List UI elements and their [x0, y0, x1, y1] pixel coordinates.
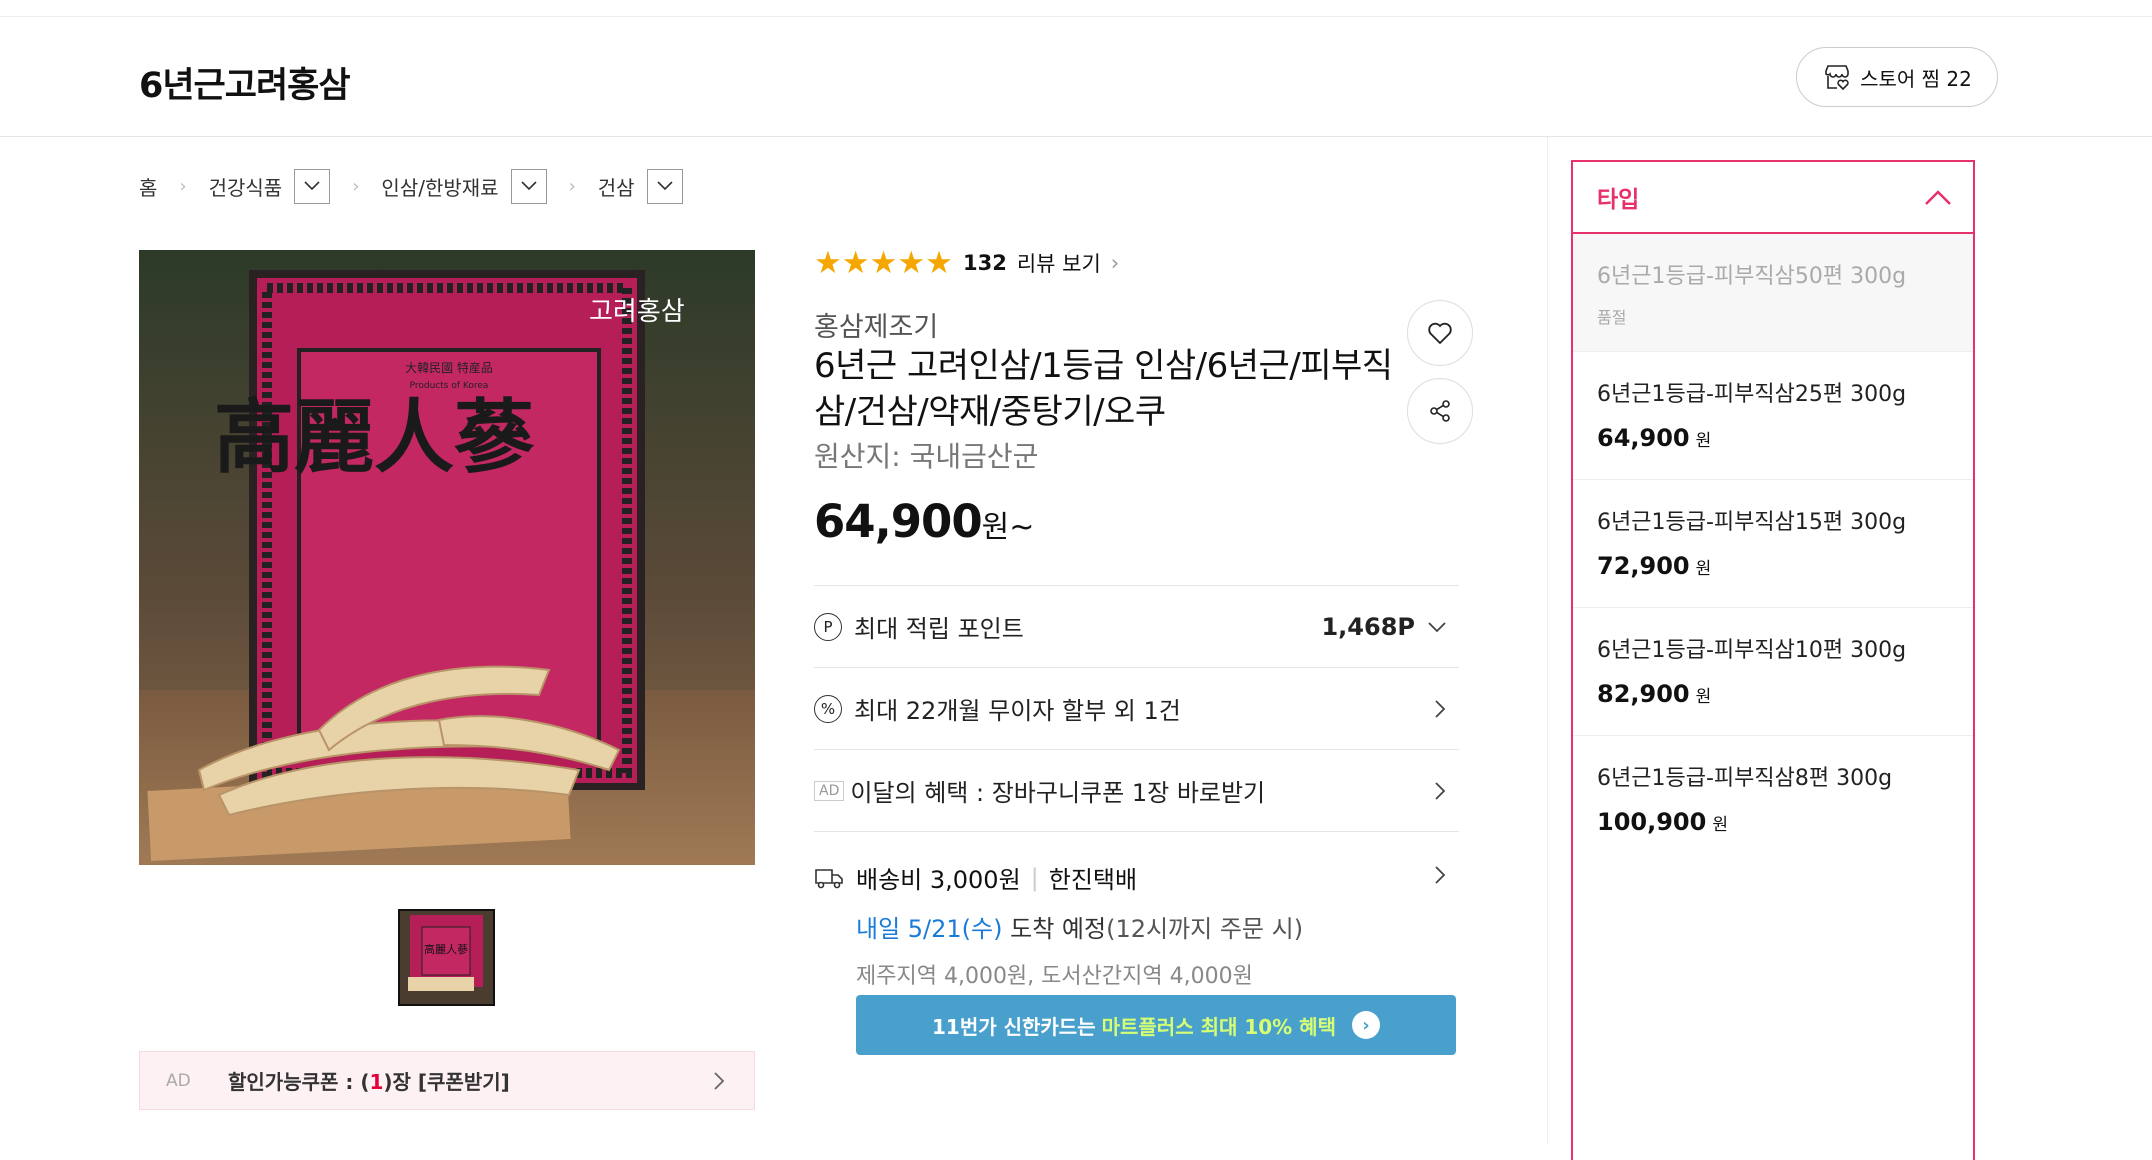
courier-name: 한진택배: [1048, 866, 1138, 894]
option-item[interactable]: 6년근1등급-피부직삼10편 300g 82,900 원: [1573, 608, 1973, 736]
product-origin: 원산지: 국내금산군: [814, 440, 1039, 473]
chevron-right-icon: ›: [568, 175, 576, 197]
store-like-label: 스토어 찜 22: [1860, 66, 1972, 91]
svg-text:고려홍삼: 고려홍삼: [589, 297, 685, 327]
svg-text:高麗人蔘: 高麗人蔘: [214, 390, 535, 484]
separator: |: [1030, 863, 1039, 892]
heart-icon: [1428, 322, 1452, 345]
option-header-label: 타입: [1597, 187, 1640, 213]
seller-name[interactable]: 홍삼제조기: [814, 305, 938, 344]
benefit-rows: P 최대 적립 포인트 1,468P % 최대 22개월 무이자 할부 외 1건…: [814, 585, 1459, 989]
option-name: 6년근1등급-피부직삼15편 300g: [1597, 510, 1907, 535]
breadcrumb-label[interactable]: 건삼: [598, 172, 635, 201]
option-price: 100,900 원: [1597, 808, 1728, 836]
share-button[interactable]: [1407, 378, 1473, 444]
breadcrumb-dropdown-button[interactable]: [646, 168, 683, 204]
chevron-right-icon: ›: [352, 175, 360, 197]
arrival-estimate: 내일 5/21(수) 도착 예정(12시까지 주문 시): [856, 915, 1304, 943]
option-item: 6년근1등급-피부직삼50편 300g 품절: [1573, 234, 1973, 352]
breadcrumb-item: › 인삼/한방재료: [330, 168, 547, 204]
option-price: 64,900 원: [1597, 424, 1712, 452]
extra-shipping-fee: 제주지역 4,000원, 도서산간지역 4,000원: [856, 964, 1253, 989]
chevron-right-icon: ›: [179, 175, 187, 197]
breadcrumb: 홈 › 건강식품 › 인삼/한방재료 › 건삼: [139, 168, 683, 204]
option-name: 6년근1등급-피부직삼10편 300g: [1597, 638, 1907, 663]
store-like-button[interactable]: 스토어 찜 22: [1796, 47, 1998, 107]
option-price: 72,900 원: [1597, 552, 1712, 580]
option-panel: 타입 6년근1등급-피부직삼50편 300g 품절 6년근1등급-피부직삼25편…: [1571, 160, 1975, 1160]
banner-highlight: 마트플러스 최대 10% 혜택: [1101, 1014, 1336, 1039]
chevron-down-icon: [520, 181, 537, 191]
ad-label: AD: [166, 1070, 191, 1091]
sold-out-label: 품절: [1597, 308, 1627, 327]
breadcrumb-item: › 건삼: [547, 168, 683, 204]
product-info: ★★★★★ 132 리뷰 보기 › 홍삼제조기 6년근 고려인삼/1등급 인삼/…: [814, 240, 1473, 1055]
chevron-down-icon: [1428, 621, 1446, 632]
breadcrumb-dropdown-button[interactable]: [510, 168, 547, 204]
shipping-fee: 배송비 3,000원: [856, 866, 1021, 894]
breadcrumb-label[interactable]: 인삼/한방재료: [381, 172, 498, 201]
ad-tag: AD: [814, 780, 845, 801]
wishlist-button[interactable]: [1407, 300, 1473, 366]
review-link[interactable]: 리뷰 보기: [1017, 248, 1101, 278]
svg-text:高麗人蔘: 高麗人蔘: [424, 942, 468, 956]
chevron-right-icon: [714, 1072, 725, 1090]
banner-text: 11번가 신한카드는: [932, 1014, 1096, 1039]
card-promo-banner[interactable]: 11번가 신한카드는 마트플러스 최대 10% 혜택 ›: [856, 995, 1456, 1055]
monthly-coupon-row[interactable]: AD 이달의 혜택 : 장바구니쿠폰 1장 바로받기: [814, 749, 1459, 831]
product-thumbnail[interactable]: 高麗人蔘: [398, 909, 495, 1006]
star-rating-icon: ★★★★★: [814, 245, 953, 281]
points-value: 1,468P: [1321, 612, 1415, 641]
coupon-count: 1: [369, 1070, 384, 1094]
points-label: 최대 적립 포인트: [854, 615, 1024, 643]
chevron-right-icon: ›: [1110, 251, 1120, 275]
shipping-info[interactable]: 배송비 3,000원 | 한진택배 내일 5/21(수) 도착 예정(12시까지…: [814, 831, 1459, 989]
chevron-down-icon: [657, 181, 673, 191]
point-icon: P: [814, 612, 842, 641]
option-name: 6년근1등급-피부직삼8편 300g: [1597, 766, 1893, 791]
option-item[interactable]: 6년근1등급-피부직삼25편 300g 64,900 원: [1573, 352, 1973, 480]
svg-text:大韓民國 特産品: 大韓民國 特産品: [405, 360, 493, 375]
option-name: 6년근1등급-피부직삼50편 300g: [1597, 264, 1907, 289]
truck-icon: [815, 868, 843, 888]
chevron-down-icon: [304, 181, 320, 191]
chevron-right-icon: [1435, 699, 1446, 718]
installment-row[interactable]: % 최대 22개월 무이자 할부 외 1건: [814, 667, 1459, 749]
chevron-right-icon: [1435, 781, 1446, 800]
option-price: 82,900 원: [1597, 680, 1712, 708]
product-main-image[interactable]: 大韓民國 特産品 Products of Korea 高麗人蔘 고려홍삼: [139, 250, 755, 865]
share-icon: [1430, 400, 1450, 422]
sidebar-divider: [1547, 137, 1548, 1145]
rating-row[interactable]: ★★★★★ 132 리뷰 보기 ›: [814, 240, 1459, 286]
coupon-text: 할인가능쿠폰 : (1)장 [쿠폰받기]: [228, 1070, 510, 1094]
option-name: 6년근1등급-피부직삼25편 300g: [1597, 382, 1907, 407]
coupon-download-bar[interactable]: AD 할인가능쿠폰 : (1)장 [쿠폰받기]: [139, 1051, 755, 1110]
review-count: 132: [962, 251, 1007, 275]
monthly-coupon-label: 이달의 혜택 : 장바구니쿠폰 1장 바로받기: [850, 779, 1266, 807]
breadcrumb-item: › 건강식품: [157, 168, 331, 204]
points-row[interactable]: P 최대 적립 포인트 1,468P: [814, 585, 1459, 667]
store-header: 6년근고려홍삼 스토어 찜 22: [0, 17, 2152, 137]
option-header[interactable]: 타입: [1573, 162, 1973, 234]
breadcrumb-home[interactable]: 홈: [139, 172, 157, 201]
product-price: 64,900원~: [814, 495, 1035, 548]
percent-icon: %: [814, 694, 842, 723]
product-title: 6년근 고려인삼/1등급 인삼/6년근/피부직삼/건삼/약재/중탕기/오쿠: [814, 346, 1393, 432]
arrow-circle-icon: ›: [1351, 1011, 1380, 1039]
chevron-right-icon: [1435, 866, 1446, 884]
breadcrumb-dropdown-button[interactable]: [294, 168, 331, 204]
store-name[interactable]: 6년근고려홍삼: [139, 57, 351, 108]
option-item[interactable]: 6년근1등급-피부직삼15편 300g 72,900 원: [1573, 480, 1973, 608]
ginseng-box-image: 大韓民國 特産品 Products of Korea 高麗人蔘 고려홍삼: [139, 250, 755, 865]
installment-label: 최대 22개월 무이자 할부 외 1건: [854, 697, 1181, 725]
breadcrumb-label[interactable]: 건강식품: [209, 172, 283, 201]
thumbnail-image: 高麗人蔘: [400, 911, 493, 1004]
option-item[interactable]: 6년근1등급-피부직삼8편 300g 100,900 원: [1573, 736, 1973, 864]
store-heart-icon: [1825, 65, 1849, 91]
chevron-up-icon: [1925, 190, 1951, 205]
